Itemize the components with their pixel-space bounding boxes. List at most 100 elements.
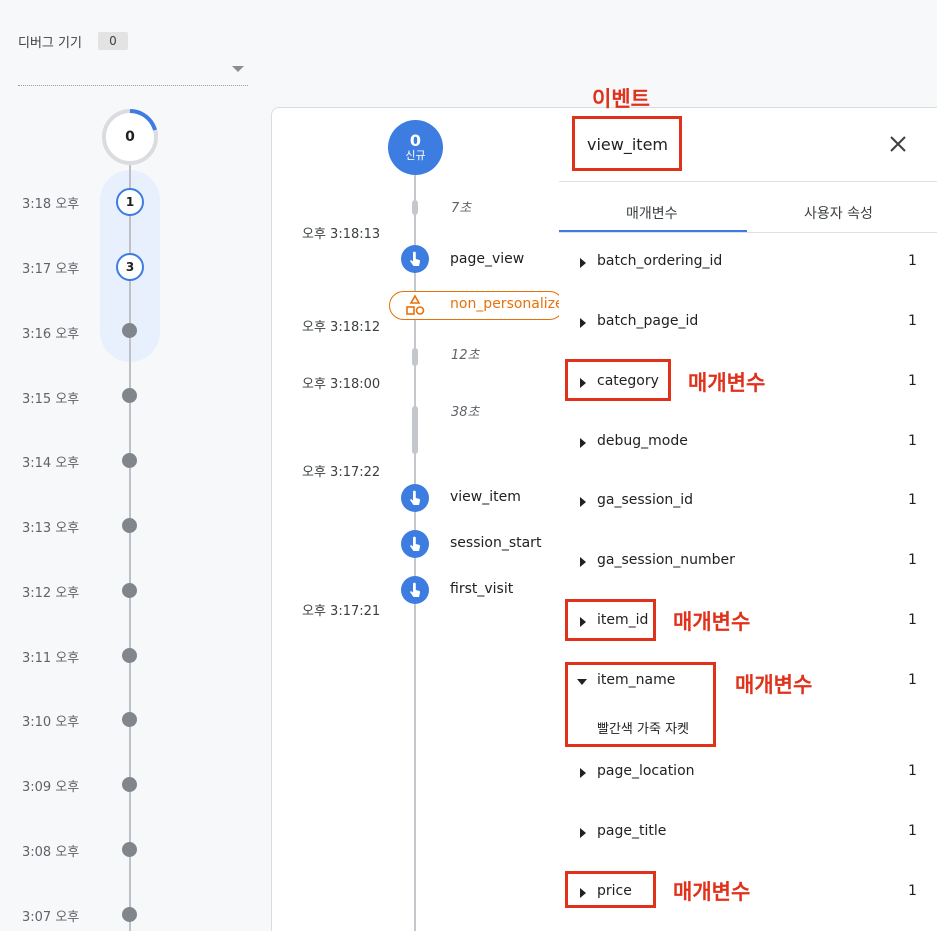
minute-time: 3:17 오후 bbox=[22, 262, 80, 277]
param-count: 1 bbox=[908, 763, 917, 779]
expand-arrow-icon bbox=[580, 617, 586, 627]
event-detail-title: view_item bbox=[587, 135, 668, 154]
param-count: 1 bbox=[908, 373, 917, 389]
minute-time: 3:12 오후 bbox=[22, 586, 80, 601]
param-count: 1 bbox=[908, 823, 917, 839]
event-annotation: 이벤트 bbox=[592, 87, 650, 111]
touch-icon[interactable] bbox=[401, 530, 429, 558]
minute-time: 3:09 오후 bbox=[22, 780, 80, 795]
new-user-label: 신규 bbox=[405, 148, 426, 162]
param-name: debug_mode bbox=[597, 433, 688, 449]
expand-arrow-icon bbox=[580, 258, 586, 268]
debug-device-count: 0 bbox=[98, 32, 128, 50]
param-name: ga_session_number bbox=[597, 552, 735, 568]
param-name: batch_ordering_id bbox=[597, 253, 723, 269]
tab-parameters[interactable]: 매개변수 bbox=[626, 203, 678, 223]
minute-time: 3:11 오후 bbox=[22, 651, 80, 666]
minute-dot[interactable] bbox=[122, 388, 137, 403]
event-timestamp: 오후 3:17:22 bbox=[302, 465, 381, 480]
param-annotation: 매개변수 bbox=[688, 371, 766, 395]
expand-arrow-icon bbox=[580, 828, 586, 838]
param-annotation: 매개변수 bbox=[673, 880, 751, 904]
minute-event-count[interactable]: 1 bbox=[116, 188, 144, 216]
minute-dot[interactable] bbox=[122, 712, 137, 727]
param-value: 빨간색 가죽 자켓 bbox=[597, 722, 689, 737]
param-count: 1 bbox=[908, 313, 917, 329]
event-name[interactable]: non_personalize bbox=[450, 296, 564, 312]
minute-dot[interactable] bbox=[122, 777, 137, 792]
minute-time: 3:16 오후 bbox=[22, 327, 80, 342]
event-timestamp: 오후 3:18:00 bbox=[302, 377, 381, 392]
event-name[interactable]: session_start bbox=[450, 535, 541, 551]
minute-time: 3:15 오후 bbox=[22, 392, 80, 407]
gap-bar bbox=[412, 406, 418, 454]
expand-arrow-icon bbox=[580, 438, 586, 448]
expand-arrow-icon bbox=[580, 557, 586, 567]
param-name: price bbox=[597, 883, 632, 899]
param-annotation: 매개변수 bbox=[673, 610, 751, 634]
touch-icon[interactable] bbox=[401, 245, 429, 273]
param-name: item_name bbox=[597, 672, 676, 688]
collapse-arrow-icon bbox=[577, 679, 587, 685]
param-name: batch_page_id bbox=[597, 313, 699, 329]
expand-arrow-icon bbox=[580, 497, 586, 507]
close-button[interactable] bbox=[884, 130, 912, 158]
time-gap-label: 12초 bbox=[451, 348, 480, 363]
param-count: 1 bbox=[908, 552, 917, 568]
param-name: page_location bbox=[597, 763, 695, 779]
minute-dot[interactable] bbox=[122, 907, 137, 922]
minute-time: 3:10 오후 bbox=[22, 715, 80, 730]
new-user-badge[interactable]: 0 신규 bbox=[388, 120, 443, 175]
param-count: 1 bbox=[908, 433, 917, 449]
minute-dot[interactable] bbox=[122, 518, 137, 533]
expand-arrow-icon bbox=[580, 318, 586, 328]
close-icon bbox=[890, 136, 906, 152]
minute-dot[interactable] bbox=[122, 648, 137, 663]
event-timestamp: 오후 3:18:13 bbox=[302, 227, 381, 242]
param-name: ga_session_id bbox=[597, 492, 694, 508]
expand-arrow-icon bbox=[580, 888, 586, 898]
minute-dot[interactable] bbox=[122, 453, 137, 468]
active-tab-indicator bbox=[559, 230, 747, 232]
minute-time: 3:14 오후 bbox=[22, 456, 80, 471]
minute-dot[interactable] bbox=[122, 323, 137, 338]
param-name: item_id bbox=[597, 612, 649, 628]
minute-time: 3:07 오후 bbox=[22, 910, 80, 925]
param-count: 1 bbox=[908, 883, 917, 899]
event-timestamp: 오후 3:17:21 bbox=[302, 604, 381, 619]
top-count-progress-arc bbox=[129, 109, 157, 131]
event-name[interactable]: first_visit bbox=[450, 581, 513, 597]
tab-bar-line bbox=[559, 232, 937, 233]
gap-bar bbox=[412, 348, 418, 366]
param-annotation: 매개변수 bbox=[735, 673, 813, 697]
time-gap-label: 38초 bbox=[451, 405, 480, 420]
minute-dot[interactable] bbox=[122, 842, 137, 857]
shapes-icon bbox=[406, 294, 425, 315]
param-name: category bbox=[597, 373, 659, 389]
minute-time: 3:13 오후 bbox=[22, 521, 80, 536]
new-user-count: 0 bbox=[409, 130, 422, 150]
panel-divider bbox=[559, 181, 937, 182]
debug-device-dropdown[interactable] bbox=[18, 56, 248, 86]
param-name: page_title bbox=[597, 823, 667, 839]
dropdown-arrow-icon bbox=[232, 66, 244, 72]
minute-time: 3:18 오후 bbox=[22, 197, 80, 212]
minute-dot[interactable] bbox=[122, 583, 137, 598]
minute-time: 3:08 오후 bbox=[22, 845, 80, 860]
minute-event-count[interactable]: 3 bbox=[116, 253, 144, 281]
touch-icon[interactable] bbox=[401, 576, 429, 604]
gap-bar bbox=[412, 200, 418, 215]
event-name[interactable]: page_view bbox=[450, 251, 524, 267]
expand-arrow-icon bbox=[580, 768, 586, 778]
touch-icon[interactable] bbox=[401, 484, 429, 512]
param-count: 1 bbox=[908, 253, 917, 269]
time-gap-label: 7초 bbox=[451, 201, 472, 216]
param-count: 1 bbox=[908, 492, 917, 508]
event-name[interactable]: view_item bbox=[450, 489, 521, 505]
tab-user-properties[interactable]: 사용자 속성 bbox=[804, 203, 873, 223]
param-count: 1 bbox=[908, 672, 917, 688]
event-timestamp: 오후 3:18:12 bbox=[302, 320, 381, 335]
debug-device-label: 디버그 기기 bbox=[18, 36, 82, 51]
expand-arrow-icon bbox=[580, 378, 586, 388]
param-count: 1 bbox=[908, 612, 917, 628]
